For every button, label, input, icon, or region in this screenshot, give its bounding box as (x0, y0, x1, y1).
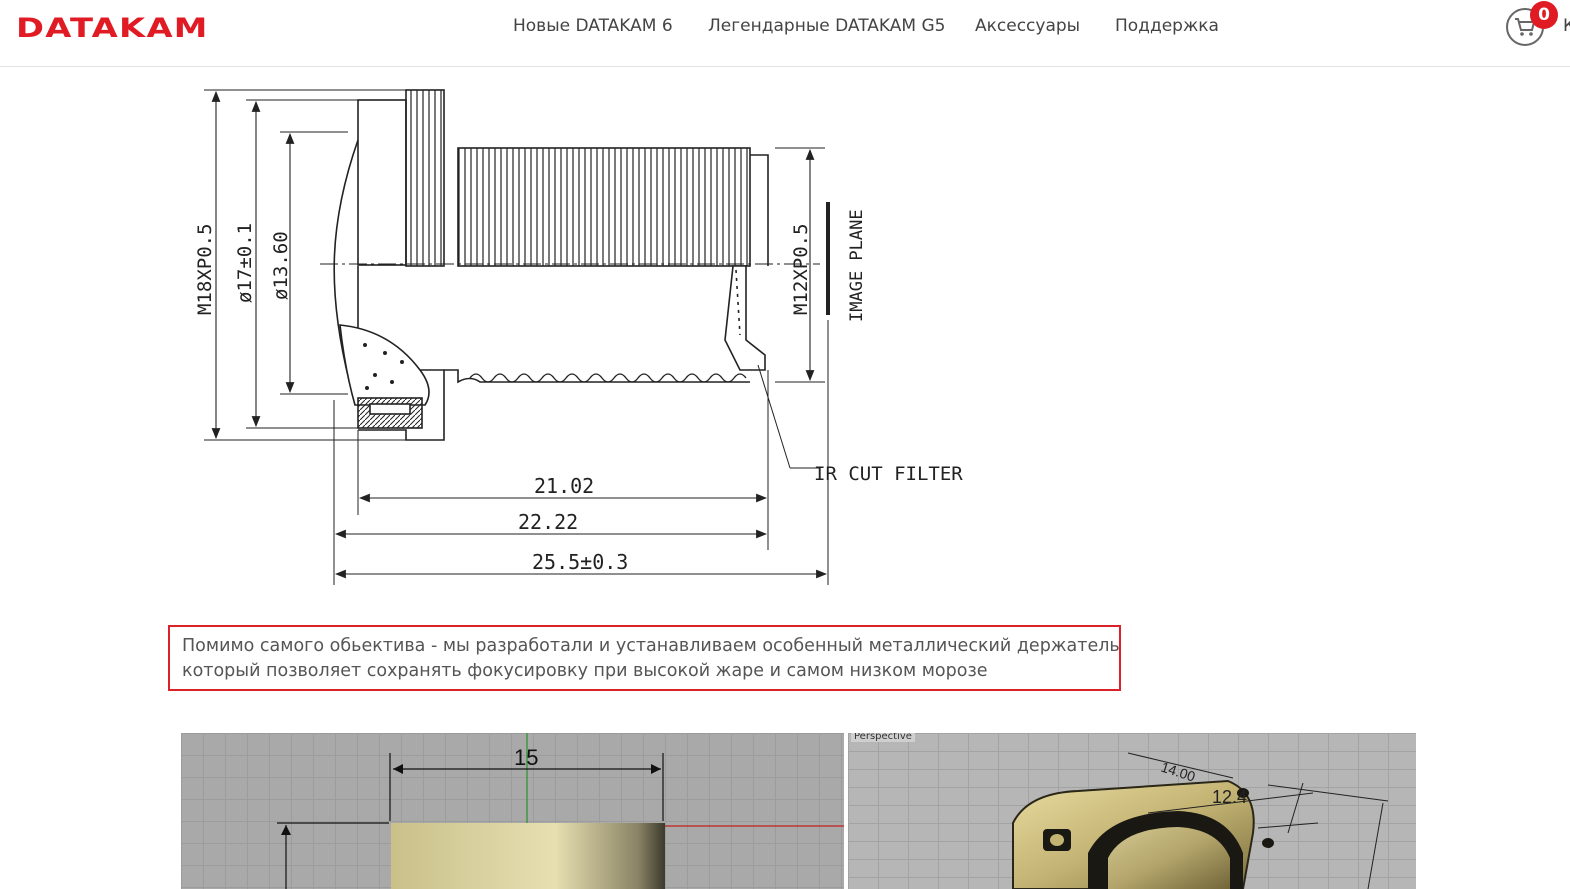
dim-d17-label: ø17±0.1 (234, 223, 256, 303)
lens-technical-drawing: M18XP0.5 ø17±0.1 ø13.60 M12XP0.5 IMAGE P… (194, 89, 963, 585)
cad-dim-15-label: 15 (514, 745, 538, 770)
cad-perspective-view: 14.00 12.4 Perspective (848, 733, 1416, 889)
highlight-note: Помимо самого обьектива - мы разработали… (168, 625, 1121, 691)
dim-m12-label: M12XP0.5 (790, 223, 812, 315)
viewport-label[interactable]: Perspective (851, 733, 915, 742)
cad-front-view: 15 (181, 733, 844, 889)
dim-d13-label: ø13.60 (270, 231, 292, 300)
dim-length-22-label: 22.22 (518, 510, 578, 534)
dim-m18-label: M18XP0.5 (194, 223, 216, 315)
ir-cut-filter-label: IR CUT FILTER (814, 463, 963, 485)
nav-support[interactable]: Поддержка (1115, 16, 1219, 36)
logo[interactable]: DATAKAM (16, 13, 209, 44)
note-line-1: Помимо самого обьектива - мы разработали… (182, 636, 1120, 656)
cad-dim-12-label: 12.4 (1212, 787, 1247, 807)
cad-dim-14-label: 14.00 (1159, 759, 1197, 785)
image-plane-label: IMAGE PLANE (847, 209, 867, 322)
site-header: DATAKAM Новые DATAKAM 6 Легендарные DATA… (0, 0, 1570, 67)
cart-label[interactable]: К (1563, 16, 1570, 36)
cart-count-badge: 0 (1530, 1, 1558, 29)
note-line-2: который позволяет сохранять фокусировку … (182, 661, 988, 681)
dim-length-21-label: 21.02 (534, 474, 594, 498)
dim-length-25-label: 25.5±0.3 (532, 550, 628, 574)
nav-new-datakam6[interactable]: Новые DATAKAM 6 (513, 16, 673, 36)
nav-accessories[interactable]: Аксессуары (975, 16, 1080, 36)
nav-legendary-datakam-g5[interactable]: Легендарные DATAKAM G5 (708, 16, 945, 36)
